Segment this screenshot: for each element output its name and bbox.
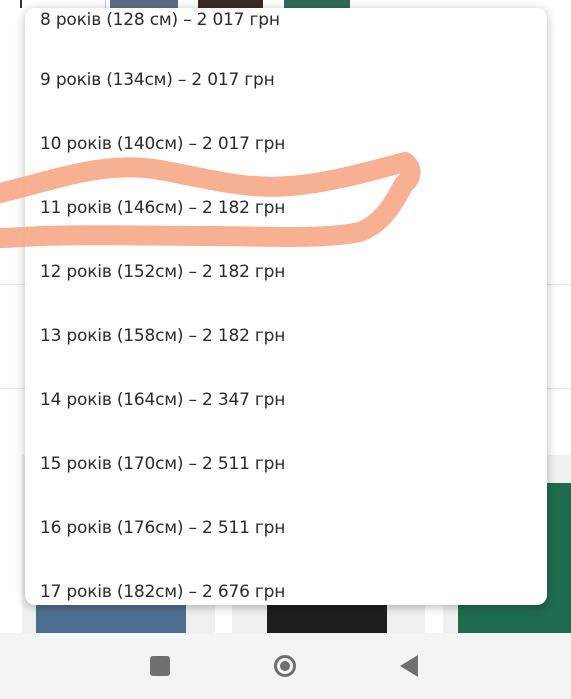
size-option[interactable]: 15 років (170см) – 2 511 грн [40,449,285,479]
product-image [267,603,387,633]
size-option[interactable]: 8 років (128 см) – 2 017 грн [40,8,280,35]
size-option[interactable]: 9 років (134см) – 2 017 грн [40,65,275,95]
size-option[interactable]: 13 років (158см) – 2 182 грн [40,321,285,351]
size-option[interactable]: 16 років (176см) – 2 511 грн [40,513,285,543]
size-option[interactable]: 17 років (182см) – 2 676 грн [40,577,285,605]
size-option-highlighted[interactable]: 11 років (146см) – 2 182 грн [40,193,285,223]
home-icon[interactable] [268,649,302,683]
size-option[interactable]: 12 років (152см) – 2 182 грн [40,257,285,287]
color-thumbnail-brown[interactable] [198,0,263,8]
selected-thumbnail-frame [20,0,106,8]
size-option[interactable]: 10 років (140см) – 2 017 грн [40,129,285,159]
color-thumbnail-blue[interactable] [110,0,178,8]
size-option[interactable]: 14 років (164см) – 2 347 грн [40,385,285,415]
color-thumbnail-green[interactable] [284,0,350,8]
recent-apps-icon[interactable] [143,649,177,683]
product-image [36,603,186,633]
back-icon[interactable] [392,649,426,683]
size-dropdown-list[interactable]: 8 років (128 см) – 2 017 грн 9 років (13… [25,8,547,605]
system-navigation-bar [0,633,571,699]
